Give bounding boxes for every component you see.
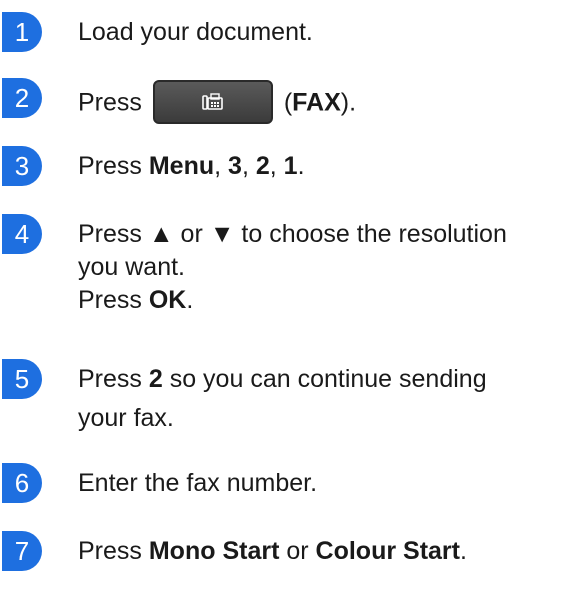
text-segment: ,: [269, 152, 284, 180]
step-4-line-1: Press ▲ or ▼ to choose the resolution: [78, 220, 507, 248]
key-3: 3: [228, 152, 242, 180]
step-text: Load your document.: [78, 16, 585, 49]
fax-mode-button[interactable]: [152, 80, 273, 124]
text-segment: Press: [78, 286, 149, 314]
step-number-badge: 2: [2, 78, 42, 118]
ok-key: OK: [148, 286, 187, 314]
press-label: Press: [78, 88, 142, 117]
text-segment: Press: [78, 365, 149, 393]
text-segment: Press: [78, 537, 149, 565]
step-6-text: Enter the fax number.: [78, 469, 318, 497]
key-1: 1: [283, 152, 298, 180]
mono-start-key: Mono Start: [148, 537, 280, 565]
text-segment: .: [186, 286, 194, 314]
step-text: Press (FAX).: [78, 80, 585, 126]
step-text: Press ▲ or ▼ to choose the resolution yo…: [78, 218, 585, 317]
open-paren: (: [283, 88, 293, 117]
step-1-text: Load your document.: [78, 18, 313, 46]
text-segment: .: [297, 152, 305, 180]
text-segment: ,: [214, 152, 229, 180]
menu-key: Menu: [148, 152, 215, 180]
colour-start-key: Colour Start: [315, 537, 460, 565]
fax-label: FAX: [292, 88, 341, 117]
step-number-badge: 6: [2, 463, 42, 503]
step-text: Press Menu, 3, 2, 1.: [78, 150, 585, 183]
step-5-line-2: your fax.: [78, 404, 174, 432]
step-number-badge: 4: [2, 214, 42, 254]
step-number-badge: 7: [2, 531, 42, 571]
key-2: 2: [148, 365, 163, 393]
key-2: 2: [255, 152, 270, 180]
text-segment: or: [279, 537, 316, 565]
step-number-badge: 3: [2, 146, 42, 186]
text-segment: so you can continue sending: [162, 365, 487, 393]
step-number-badge: 5: [2, 359, 42, 399]
step-4-line-2: you want.: [78, 253, 186, 281]
text-segment: .: [459, 537, 467, 565]
step-text: Enter the fax number.: [78, 467, 585, 500]
fax-icon: [202, 93, 223, 110]
text-segment: ,: [241, 152, 256, 180]
step-number-badge: 1: [2, 12, 42, 52]
close-paren: ).: [340, 88, 357, 117]
step-text: Press Mono Start or Colour Start.: [78, 535, 585, 568]
step-5-line-1: Press 2 so you can continue sending: [78, 363, 585, 396]
step-text: Press 2 so you can continue sending your…: [78, 363, 585, 435]
step-4-line-3: Press OK.: [78, 284, 585, 317]
text-segment: Press: [78, 152, 149, 180]
